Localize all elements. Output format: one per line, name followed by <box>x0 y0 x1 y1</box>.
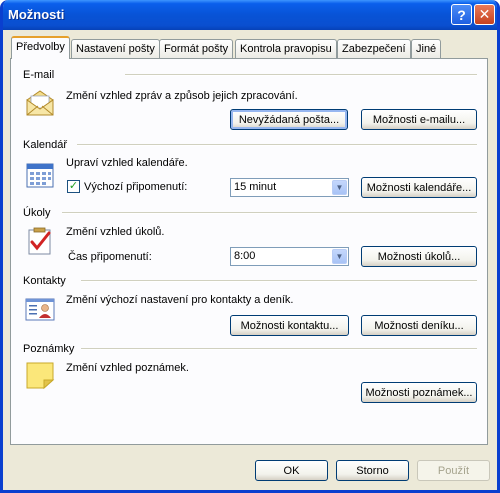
envelope-icon <box>26 90 54 116</box>
button-label: Možnosti poznámek... <box>365 386 473 399</box>
tab-format-posty[interactable]: Formát pošty <box>159 39 234 58</box>
contact-card-icon <box>25 298 55 321</box>
reminder-time-label: Čas připomenutí: <box>68 251 152 263</box>
tab-jine[interactable]: Jiné <box>411 39 442 58</box>
button-label: Storno <box>356 464 389 477</box>
tab-zabezpeceni[interactable]: Zabezpečení <box>337 39 411 58</box>
calendar-description: Upraví vzhled kalendáře. <box>66 157 188 169</box>
tab-label: Kontrola pravopisu <box>240 43 332 55</box>
notes-description: Změní vzhled poznámek. <box>66 362 189 374</box>
button-label: Nevyžádaná pošta... <box>238 113 340 126</box>
default-reminder-select[interactable]: 15 minut ▼ <box>230 178 349 197</box>
tasks-description: Změní vzhled úkolů. <box>66 226 165 238</box>
button-label: Možnosti kalendáře... <box>366 181 472 194</box>
help-button[interactable]: ? <box>451 4 472 25</box>
section-title-calendar: Kalendář <box>23 139 68 151</box>
contacts-description: Změní výchozí nastavení pro kontakty a d… <box>66 294 294 306</box>
section-title-email: E-mail <box>23 69 55 81</box>
ok-button[interactable]: OK <box>255 460 328 481</box>
junk-email-button[interactable]: Nevyžádaná pošta... <box>230 109 348 130</box>
journal-options-button[interactable]: Možnosti deníku... <box>361 315 477 336</box>
default-reminder-label: Výchozí připomenutí: <box>84 181 188 193</box>
checkmark-icon: ✓ <box>68 180 79 192</box>
tab-nastaveni-posty[interactable]: Nastavení pošty <box>71 39 160 58</box>
section-divider <box>81 280 477 282</box>
section-divider <box>81 348 477 350</box>
calendar-options-button[interactable]: Možnosti kalendáře... <box>361 177 477 198</box>
button-label: Použít <box>437 464 470 477</box>
section-title-notes: Poznámky <box>23 343 75 355</box>
section-title-contacts: Kontakty <box>23 275 66 287</box>
section-divider <box>125 74 477 76</box>
note-icon <box>26 362 55 390</box>
tasks-options-button[interactable]: Možnosti úkolů... <box>361 246 477 267</box>
task-icon <box>28 227 51 255</box>
default-reminder-checkbox[interactable]: ✓ <box>67 180 80 193</box>
tab-label: Zabezpečení <box>342 43 406 55</box>
title-bar[interactable]: Možnosti ? ✕ <box>3 0 497 30</box>
chevron-down-icon[interactable]: ▼ <box>332 180 347 195</box>
email-options-button[interactable]: Možnosti e-mailu... <box>361 109 477 130</box>
tab-label: Nastavení pošty <box>76 43 155 55</box>
contact-options-button[interactable]: Možnosti kontaktu... <box>230 315 349 336</box>
close-icon: ✕ <box>478 6 491 22</box>
section-title-tasks: Úkoly <box>23 207 51 219</box>
select-value: 8:00 <box>234 250 256 262</box>
button-label: Možnosti e-mailu... <box>372 113 466 126</box>
reminder-time-select[interactable]: 8:00 ▼ <box>230 247 349 266</box>
tab-label: Jiné <box>416 43 437 55</box>
button-label: Možnosti kontaktu... <box>240 319 339 332</box>
close-button[interactable]: ✕ <box>474 4 495 25</box>
button-label: OK <box>283 464 300 477</box>
tab-label: Formát pošty <box>164 43 229 55</box>
window-title: Možnosti <box>8 7 65 22</box>
cancel-button[interactable]: Storno <box>336 460 409 481</box>
tab-kontrola-pravopisu[interactable]: Kontrola pravopisu <box>235 39 337 58</box>
email-description: Změní vzhled zpráv a způsob jejich zprac… <box>66 90 298 102</box>
select-value: 15 minut <box>234 181 277 193</box>
tab-predvolby[interactable]: Předvolby <box>11 36 70 59</box>
chevron-down-icon[interactable]: ▼ <box>332 249 347 264</box>
section-divider <box>77 144 477 146</box>
tab-label: Předvolby <box>16 41 65 53</box>
button-label: Možnosti deníku... <box>374 319 464 332</box>
calendar-icon <box>26 163 54 188</box>
button-label: Možnosti úkolů... <box>377 250 461 263</box>
notes-options-button[interactable]: Možnosti poznámek... <box>361 382 477 403</box>
section-divider <box>62 212 477 214</box>
apply-button[interactable]: Použít <box>417 460 490 481</box>
help-icon: ? <box>457 6 466 23</box>
